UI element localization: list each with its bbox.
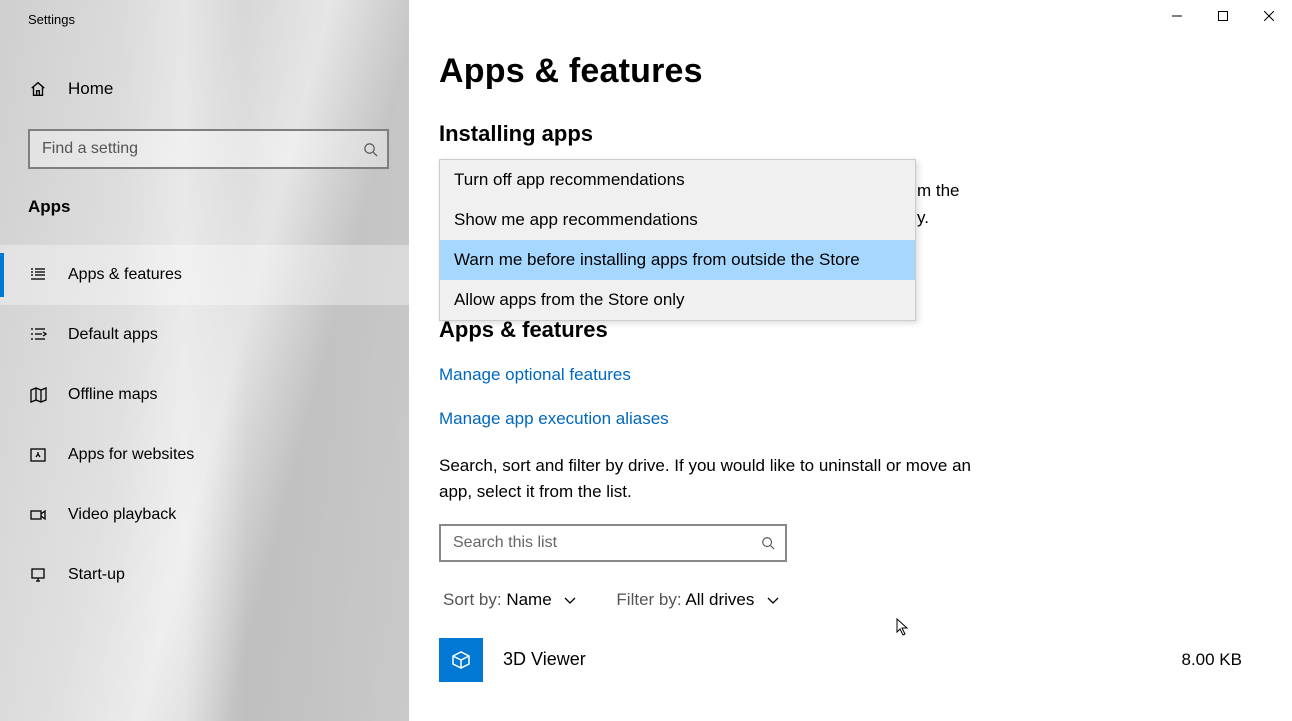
dropdown-option[interactable]: Allow apps from the Store only <box>440 280 915 320</box>
nav-label: Apps for websites <box>68 446 194 464</box>
app-list-search-input[interactable] <box>441 534 751 552</box>
nav-default-apps[interactable]: Default apps <box>0 305 409 365</box>
close-button[interactable] <box>1246 0 1292 32</box>
section-installing-heading: Installing apps <box>439 121 1252 147</box>
sidebar: Settings Home Apps <box>0 0 409 721</box>
apps-websites-icon <box>28 446 48 464</box>
category-heading: Apps <box>0 169 409 217</box>
nav-apps-websites[interactable]: Apps for websites <box>0 425 409 485</box>
link-optional-features[interactable]: Manage optional features <box>439 365 1252 385</box>
nav-startup[interactable]: Start-up <box>0 545 409 605</box>
nav-label: Default apps <box>68 326 158 344</box>
find-setting-search[interactable] <box>28 129 389 169</box>
app-name: 3D Viewer <box>503 649 586 670</box>
nav-label: Video playback <box>68 506 176 524</box>
install-source-dropdown[interactable]: Turn off app recommendations Show me app… <box>439 159 916 321</box>
default-apps-icon <box>28 326 48 344</box>
find-setting-input[interactable] <box>30 140 353 158</box>
nav-label: Offline maps <box>68 386 158 404</box>
home-label: Home <box>68 79 113 99</box>
sort-by-selector[interactable]: Sort by: Name <box>443 590 576 610</box>
app-icon <box>439 638 483 682</box>
app-size: 8.00 KB <box>1182 650 1243 670</box>
window-title: Settings <box>0 0 409 27</box>
desc-fragment: y. <box>917 208 929 228</box>
chevron-down-icon <box>564 590 576 610</box>
filter-label: Filter by: <box>616 590 681 609</box>
app-list-search[interactable] <box>439 524 787 562</box>
search-icon <box>353 142 387 157</box>
filter-value: All drives <box>685 590 754 609</box>
dropdown-option[interactable]: Turn off app recommendations <box>440 160 915 200</box>
apps-features-icon <box>28 266 48 284</box>
filter-description: Search, sort and filter by drive. If you… <box>439 453 979 506</box>
page-title: Apps & features <box>439 52 1252 91</box>
nav-label: Start-up <box>68 566 125 584</box>
dropdown-option[interactable]: Warn me before installing apps from outs… <box>440 240 915 280</box>
nav-apps-features[interactable]: Apps & features <box>0 245 409 305</box>
desc-fragment: m the <box>917 181 960 201</box>
home-icon <box>28 80 48 98</box>
video-playback-icon <box>28 506 48 524</box>
nav-offline-maps[interactable]: Offline maps <box>0 365 409 425</box>
chevron-down-icon <box>767 590 779 610</box>
main-content: Apps & features Installing apps m the y.… <box>409 0 1292 721</box>
maximize-button[interactable] <box>1200 0 1246 32</box>
sort-label: Sort by: <box>443 590 502 609</box>
nav-video-playback[interactable]: Video playback <box>0 485 409 545</box>
home-nav[interactable]: Home <box>0 69 409 109</box>
startup-icon <box>28 566 48 584</box>
dropdown-option[interactable]: Show me app recommendations <box>440 200 915 240</box>
search-icon <box>751 536 785 550</box>
link-execution-aliases[interactable]: Manage app execution aliases <box>439 409 1252 429</box>
mouse-cursor-icon <box>896 618 910 641</box>
minimize-button[interactable] <box>1154 0 1200 32</box>
offline-maps-icon <box>28 386 48 404</box>
nav-label: Apps & features <box>68 266 182 284</box>
sort-value: Name <box>506 590 551 609</box>
app-list-item[interactable]: 3D Viewer 8.00 KB <box>439 638 1252 682</box>
filter-by-selector[interactable]: Filter by: All drives <box>616 590 779 610</box>
nav-list: Apps & features Default apps <box>0 245 409 605</box>
